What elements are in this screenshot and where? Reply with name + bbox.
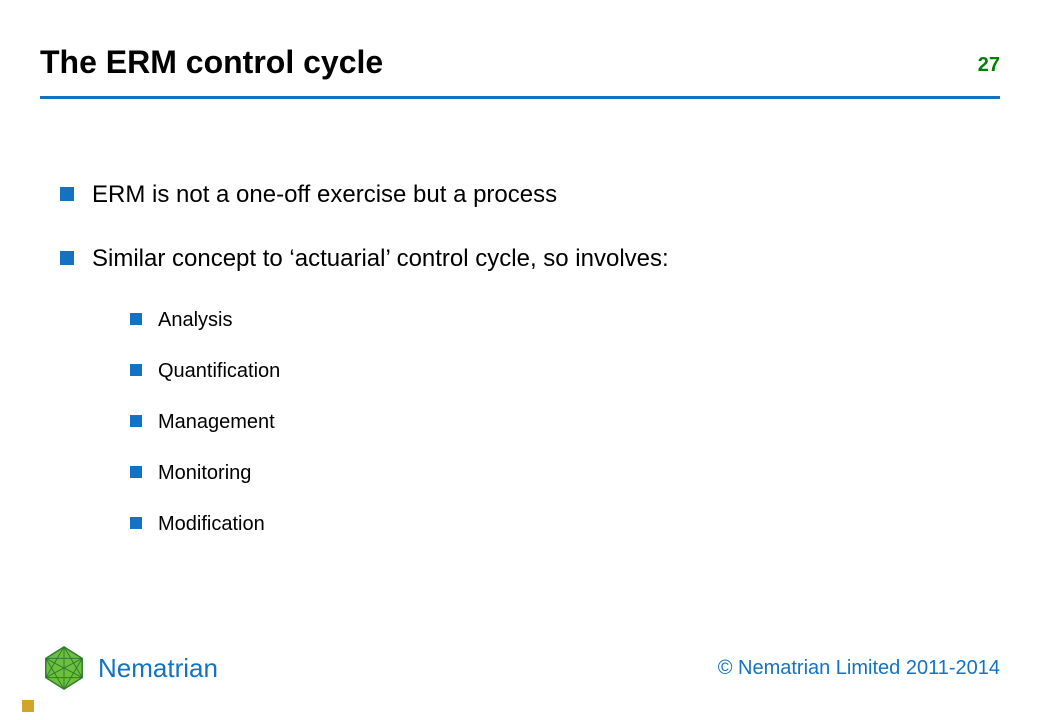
bullet-text: Monitoring [158, 461, 251, 486]
title-underline [40, 96, 1000, 99]
bullet-marker-icon [130, 364, 142, 376]
brand-logo-icon [40, 644, 88, 692]
bullet-text: Similar concept to ‘actuarial’ control c… [92, 244, 669, 274]
slide: The ERM control cycle 27 ERM is not a on… [0, 0, 1040, 720]
sub-bullet-list: Analysis Quantification Management Monit… [130, 308, 980, 537]
brand: Nematrian [40, 644, 218, 692]
page-number: 27 [978, 54, 1000, 81]
bullet-level2: Monitoring [130, 461, 980, 486]
bullet-text: Analysis [158, 308, 232, 333]
slide-body: ERM is not a one-off exercise but a proc… [60, 180, 980, 563]
slide-footer: Nematrian © Nematrian Limited 2011-2014 [40, 644, 1000, 692]
corner-square-icon [22, 700, 34, 712]
bullet-level1: Similar concept to ‘actuarial’ control c… [60, 244, 980, 274]
bullet-level1: ERM is not a one-off exercise but a proc… [60, 180, 980, 210]
slide-title: The ERM control cycle [40, 44, 383, 81]
bullet-level2: Modification [130, 512, 980, 537]
bullet-text: ERM is not a one-off exercise but a proc… [92, 180, 557, 210]
bullet-level2: Analysis [130, 308, 980, 333]
copyright-text: © Nematrian Limited 2011-2014 [718, 657, 1000, 680]
slide-header: The ERM control cycle 27 [40, 44, 1000, 81]
bullet-level2: Quantification [130, 359, 980, 384]
bullet-marker-icon [60, 251, 74, 265]
bullet-marker-icon [130, 313, 142, 325]
bullet-level2: Management [130, 410, 980, 435]
brand-name: Nematrian [98, 653, 218, 684]
bullet-text: Quantification [158, 359, 280, 384]
bullet-marker-icon [130, 415, 142, 427]
bullet-marker-icon [130, 466, 142, 478]
bullet-marker-icon [130, 517, 142, 529]
bullet-marker-icon [60, 187, 74, 201]
bullet-text: Management [158, 410, 275, 435]
bullet-text: Modification [158, 512, 265, 537]
